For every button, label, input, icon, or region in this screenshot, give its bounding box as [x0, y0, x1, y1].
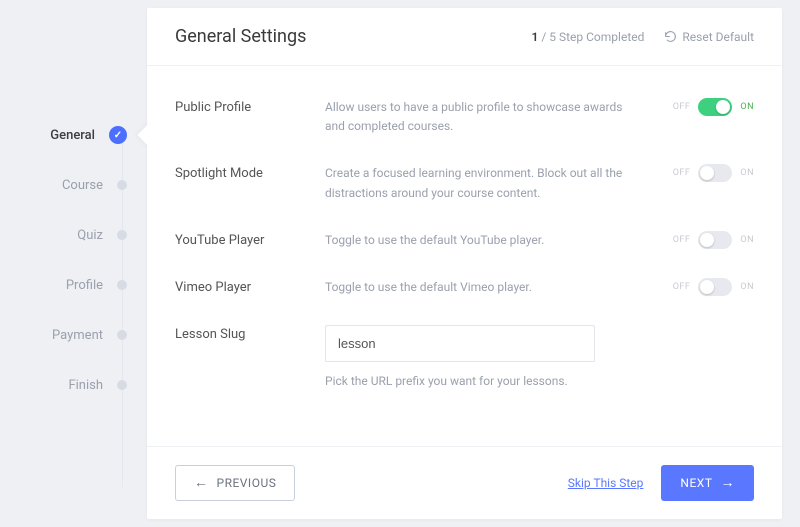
off-label: OFF [673, 102, 691, 112]
on-label: ON [740, 102, 754, 112]
public-profile-toggle[interactable] [698, 98, 732, 116]
setting-label: YouTube Player [175, 231, 325, 248]
setting-description: Toggle to use the default YouTube player… [325, 231, 654, 250]
arrow-left-icon: ← [194, 476, 209, 490]
settings-panel: General Settings 1 / 5 Step Completed Re… [147, 8, 782, 519]
sidebar-step-quiz[interactable]: Quiz [0, 210, 147, 260]
step-dot-icon [117, 180, 127, 190]
setting-description: Create a focused learning environment. B… [325, 164, 654, 202]
toggle-knob [716, 100, 730, 114]
step-label: Finish [68, 378, 103, 393]
setting-lesson-slug: Lesson Slug Pick the URL prefix you want… [175, 311, 754, 405]
page-title: General Settings [175, 26, 306, 47]
step-label: Payment [52, 328, 103, 343]
vimeo-toggle[interactable] [698, 278, 732, 296]
toggle-knob [700, 280, 714, 294]
sidebar-step-general[interactable]: General [0, 110, 147, 160]
setting-description: Toggle to use the default Vimeo player. [325, 278, 654, 297]
panel-header: General Settings 1 / 5 Step Completed Re… [147, 8, 782, 66]
sidebar-step-course[interactable]: Course [0, 160, 147, 210]
spotlight-toggle[interactable] [698, 164, 732, 182]
refresh-icon [664, 30, 677, 43]
setting-label: Vimeo Player [175, 278, 325, 295]
setting-help-text: Pick the URL prefix you want for your le… [325, 372, 634, 391]
step-dot-icon [117, 330, 127, 340]
step-dot-icon [117, 380, 127, 390]
sidebar-step-payment[interactable]: Payment [0, 310, 147, 360]
check-icon [109, 126, 127, 144]
sidebar-step-finish[interactable]: Finish [0, 360, 147, 410]
on-label: ON [740, 235, 754, 245]
setting-label: Public Profile [175, 98, 325, 115]
setting-spotlight-mode: Spotlight Mode Create a focused learning… [175, 150, 754, 216]
previous-label: PREVIOUS [217, 476, 277, 490]
off-label: OFF [673, 235, 691, 245]
next-label: NEXT [680, 476, 712, 490]
step-label: General [50, 128, 95, 143]
step-label: Quiz [77, 228, 103, 243]
panel-footer: ← PREVIOUS Skip This Step NEXT → [147, 446, 782, 519]
previous-button[interactable]: ← PREVIOUS [175, 465, 295, 501]
off-label: OFF [673, 282, 691, 292]
setting-vimeo-player: Vimeo Player Toggle to use the default V… [175, 264, 754, 311]
step-label: Profile [66, 278, 103, 293]
setting-youtube-player: YouTube Player Toggle to use the default… [175, 217, 754, 264]
step-dot-icon [117, 280, 127, 290]
arrow-right-icon: → [721, 476, 736, 490]
setting-description: Allow users to have a public profile to … [325, 98, 654, 136]
setting-public-profile: Public Profile Allow users to have a pub… [175, 84, 754, 150]
on-label: ON [740, 282, 754, 292]
lesson-slug-input[interactable] [325, 325, 595, 362]
sidebar-step-profile[interactable]: Profile [0, 260, 147, 310]
reset-default-button[interactable]: Reset Default [664, 30, 754, 44]
step-dot-icon [117, 230, 127, 240]
step-progress: 1 / 5 Step Completed [532, 30, 645, 44]
setting-label: Spotlight Mode [175, 164, 325, 181]
off-label: OFF [673, 168, 691, 178]
youtube-toggle[interactable] [698, 231, 732, 249]
on-label: ON [740, 168, 754, 178]
reset-label: Reset Default [682, 30, 754, 44]
step-total: 5 [549, 30, 556, 44]
wizard-sidebar: General Course Quiz Profile Payment Fini… [0, 0, 147, 527]
step-current: 1 [532, 30, 539, 44]
next-button[interactable]: NEXT → [661, 465, 754, 501]
step-label: Course [62, 178, 103, 193]
toggle-knob [700, 166, 714, 180]
step-suffix: Step Completed [556, 30, 644, 44]
setting-label: Lesson Slug [175, 325, 325, 342]
panel-body: Public Profile Allow users to have a pub… [147, 66, 782, 446]
toggle-knob [700, 233, 714, 247]
skip-step-link[interactable]: Skip This Step [568, 476, 644, 490]
